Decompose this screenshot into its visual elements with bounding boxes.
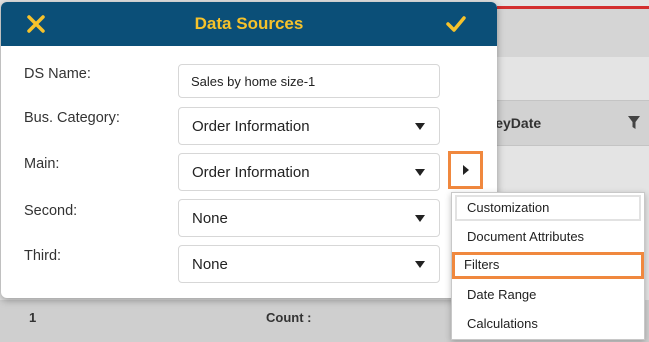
footer-row-number: 1 (29, 310, 37, 325)
bus-category-select[interactable]: Order Information (178, 107, 440, 145)
second-select[interactable]: None (178, 199, 440, 237)
second-value: None (192, 210, 228, 227)
menu-item-filters[interactable]: Filters (452, 252, 644, 279)
main-value: Order Information (192, 164, 310, 181)
background-toolbar (497, 9, 649, 57)
dialog-title: Data Sources (194, 14, 304, 33)
data-sources-dialog: Data Sources DS Name: Bus. Category: Ord… (1, 2, 497, 298)
menu-item-date-range[interactable]: Date Range (455, 282, 641, 308)
second-label: Second: (24, 203, 78, 219)
checkmark-icon[interactable] (445, 13, 467, 35)
caret-right-icon (463, 165, 469, 175)
third-select[interactable]: None (178, 245, 440, 283)
dialog-header: Data Sources (1, 2, 497, 46)
bus-category-value: Order Information (192, 118, 310, 135)
caret-down-icon (415, 123, 425, 130)
third-label: Third: (24, 248, 62, 264)
ds-name-input[interactable] (178, 64, 440, 98)
menu-item-calculations[interactable]: Calculations (455, 311, 641, 337)
menu-item-document-attributes[interactable]: Document Attributes (455, 224, 641, 250)
ds-name-label: DS Name: (24, 66, 91, 82)
footer-count-label: Count : (266, 310, 312, 325)
main-label: Main: (24, 156, 60, 172)
caret-down-icon (415, 215, 425, 222)
bus-category-label: Bus. Category: (24, 110, 120, 126)
more-options-button[interactable] (448, 151, 483, 189)
main-select[interactable]: Order Information (178, 153, 440, 191)
filter-icon[interactable] (628, 116, 640, 129)
third-value: None (192, 256, 228, 273)
caret-down-icon (415, 261, 425, 268)
menu-item-customization[interactable]: Customization (455, 195, 641, 221)
caret-down-icon (415, 169, 425, 176)
options-menu: Customization Document Attributes Filter… (451, 192, 645, 340)
